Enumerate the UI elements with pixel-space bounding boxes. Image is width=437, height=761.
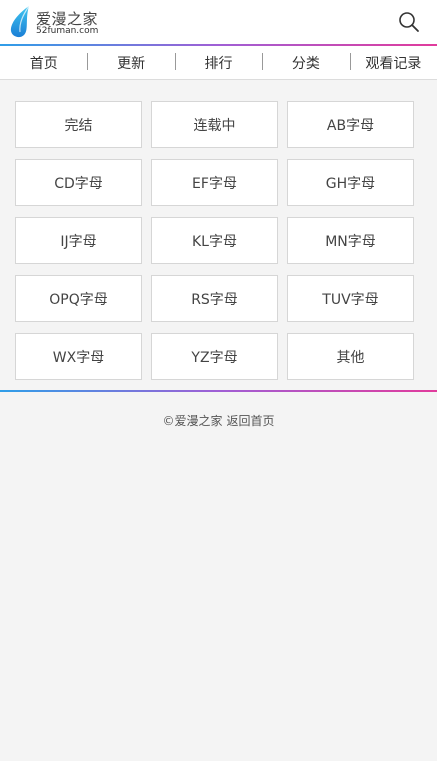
category-ab[interactable]: AB字母	[287, 101, 414, 148]
main-nav: 首页 更新 排行 分类 观看记录	[0, 46, 437, 80]
category-kl[interactable]: KL字母	[151, 217, 278, 264]
nav-item-ranking[interactable]: 排行	[174, 52, 262, 73]
category-mn[interactable]: MN字母	[287, 217, 414, 264]
site-logo[interactable]: 爱漫之家 52fuman.com	[9, 5, 109, 39]
category-rs[interactable]: RS字母	[151, 275, 278, 322]
category-ij[interactable]: IJ字母	[15, 217, 142, 264]
category-completed[interactable]: 完结	[15, 101, 142, 148]
droplet-logo-icon	[10, 5, 30, 38]
category-yz[interactable]: YZ字母	[151, 333, 278, 380]
category-grid: 完结 连载中 AB字母 CD字母 EF字母 GH字母 IJ字母 KL字母 MN字…	[0, 80, 437, 380]
category-wx[interactable]: WX字母	[15, 333, 142, 380]
category-cd[interactable]: CD字母	[15, 159, 142, 206]
nav-item-categories[interactable]: 分类	[262, 52, 349, 73]
nav-item-history[interactable]: 观看记录	[349, 52, 437, 73]
footer: ©爱漫之家 返回首页	[0, 392, 437, 429]
back-to-home-link[interactable]: 返回首页	[227, 414, 275, 428]
search-button[interactable]	[398, 11, 420, 33]
category-ongoing[interactable]: 连载中	[151, 101, 278, 148]
category-ef[interactable]: EF字母	[151, 159, 278, 206]
logo-url: 52fuman.com	[36, 26, 99, 36]
nav-item-updates[interactable]: 更新	[87, 52, 174, 73]
nav-item-home[interactable]: 首页	[0, 53, 87, 73]
category-gh[interactable]: GH字母	[287, 159, 414, 206]
category-opq[interactable]: OPQ字母	[15, 275, 142, 322]
header: 爱漫之家 52fuman.com	[0, 0, 437, 44]
footer-copyright: ©爱漫之家	[162, 414, 223, 428]
search-icon	[399, 12, 419, 32]
category-other[interactable]: 其他	[287, 333, 414, 380]
category-tuv[interactable]: TUV字母	[287, 275, 414, 322]
